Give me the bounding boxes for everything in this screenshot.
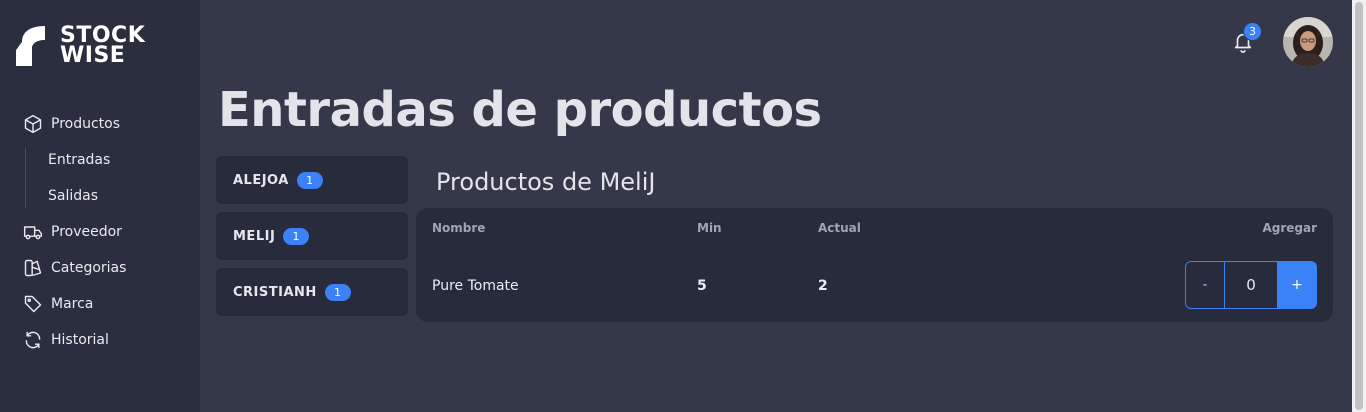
user-item-alejoa[interactable]: ALEJOA 1 xyxy=(216,156,408,204)
user-name: CRISTIANH xyxy=(233,284,317,300)
count-badge: 1 xyxy=(296,171,323,189)
column-header-actual: Actual xyxy=(818,221,861,235)
increment-button[interactable]: + xyxy=(1277,261,1317,309)
products-table: Nombre Min Actual Agregar Pure Tomate 5 … xyxy=(416,208,1333,322)
column-header-add: Agregar xyxy=(1262,221,1317,235)
brand-logo[interactable]: STOCK WISE xyxy=(16,25,145,68)
sidebar-item-label: Proveedor xyxy=(51,224,122,240)
user-item-melij[interactable]: MELIJ 1 xyxy=(216,212,408,260)
sidebar-item-marca[interactable]: Marca xyxy=(0,286,200,322)
sidebar-item-label: Historial xyxy=(51,332,109,348)
sidebar-item-label: Salidas xyxy=(48,188,99,204)
scrollbar-thumb[interactable] xyxy=(1355,2,1363,410)
sidebar-item-productos[interactable]: Productos xyxy=(0,106,200,142)
history-icon xyxy=(25,331,41,349)
user-name: MELIJ xyxy=(233,228,276,244)
products-title: Productos de MeliJ xyxy=(436,168,656,196)
sidebar-item-label: Productos xyxy=(51,116,121,132)
sidebar-item-historial[interactable]: Historial xyxy=(0,322,200,358)
sidebar: STOCK WISE Productos Entradas Salidas Pr… xyxy=(0,0,200,412)
sidebar-item-entradas[interactable]: Entradas xyxy=(25,142,200,178)
quantity-stepper: - 0 + xyxy=(1185,261,1317,309)
tag-icon xyxy=(24,295,42,313)
sidebar-item-label: Entradas xyxy=(48,152,111,168)
sidebar-item-label: Categorias xyxy=(51,260,127,276)
sidebar-item-categorias[interactable]: Categorias xyxy=(0,250,200,286)
user-list: ALEJOA 1 MELIJ 1 CRISTIANH 1 xyxy=(216,156,408,324)
product-name: Pure Tomate xyxy=(432,278,519,294)
brand-name: STOCK WISE xyxy=(60,25,145,68)
product-actual: 2 xyxy=(818,278,828,294)
user-name: ALEJOA xyxy=(233,172,289,188)
column-header-min: Min xyxy=(697,221,722,235)
page-title: Entradas de productos xyxy=(218,82,822,138)
sidebar-nav: Productos Entradas Salidas Proveedor Cat… xyxy=(0,106,200,358)
logo-icon xyxy=(16,26,45,66)
avatar[interactable] xyxy=(1283,17,1333,67)
sidebar-submenu: Entradas Salidas xyxy=(25,142,200,214)
decrement-button[interactable]: - xyxy=(1185,261,1225,309)
product-min: 5 xyxy=(697,278,707,294)
sidebar-item-label: Marca xyxy=(51,296,94,312)
quantity-field[interactable]: 0 xyxy=(1225,261,1277,309)
box-icon xyxy=(24,114,42,134)
avatar-image xyxy=(1283,17,1333,67)
user-item-cristianh[interactable]: CRISTIANH 1 xyxy=(216,268,408,316)
notification-badge: 3 xyxy=(1243,22,1262,41)
sidebar-item-salidas[interactable]: Salidas xyxy=(25,178,200,214)
category-icon xyxy=(24,259,42,277)
count-badge: 1 xyxy=(283,227,310,245)
column-header-name: Nombre xyxy=(432,221,486,235)
brand-line2: WISE xyxy=(60,43,126,68)
count-badge: 1 xyxy=(324,283,351,301)
truck-icon xyxy=(23,226,43,240)
sidebar-item-proveedor[interactable]: Proveedor xyxy=(0,214,200,250)
